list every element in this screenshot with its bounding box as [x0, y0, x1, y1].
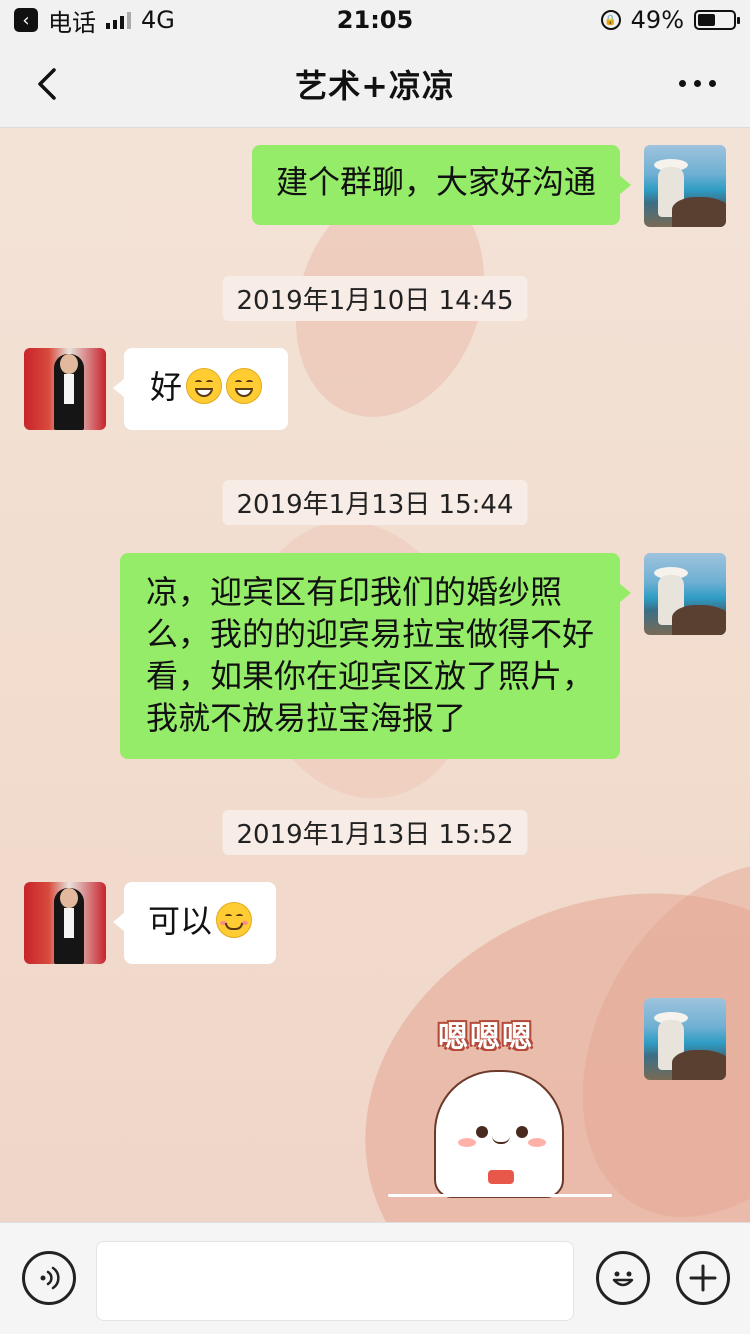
emoji-icon[interactable] — [596, 1251, 650, 1305]
message-timestamp: 2019年1月13日 15:52 — [222, 810, 528, 855]
sticker-caption: 嗯嗯嗯 — [438, 1020, 534, 1055]
rotation-lock-icon: 🔒 — [600, 10, 621, 30]
network-label: 4G — [141, 6, 175, 34]
input-bar — [0, 1222, 750, 1334]
battery-icon — [694, 10, 740, 30]
more-dots-icon[interactable] — [679, 80, 716, 87]
message-bubble-received[interactable]: 可以 — [112, 882, 277, 964]
message-bubble-received[interactable]: 好 — [112, 348, 289, 430]
carrier-label: 电话 — [48, 8, 96, 37]
plus-icon[interactable] — [676, 1251, 730, 1305]
grin-emoji-icon — [226, 368, 263, 404]
chat-header: 艺术+凉凉 — [0, 40, 750, 128]
my-avatar[interactable] — [644, 145, 726, 227]
message-bubble-sent[interactable]: 凉，迎宾区有印我们的婚纱照么，我的的迎宾易拉宝做得不好看，如果你在迎宾区放了照片… — [120, 553, 631, 759]
my-avatar[interactable] — [644, 998, 726, 1080]
smile-emoji-icon — [216, 902, 253, 938]
message-text: 好 — [150, 368, 183, 406]
voice-icon[interactable] — [22, 1251, 76, 1305]
my-avatar[interactable] — [644, 553, 726, 635]
message-text: 建个群聊，大家好沟通 — [275, 163, 596, 201]
message-timestamp: 2019年1月13日 15:44 — [222, 480, 528, 525]
status-bar: ‹ 电话 4G 21:05 🔒 49% — [0, 0, 750, 40]
contact-avatar[interactable] — [24, 348, 106, 430]
message-timestamp: 2019年1月10日 14:45 — [222, 276, 528, 321]
message-text: 凉，迎宾区有印我们的婚纱照么，我的的迎宾易拉宝做得不好看，如果你在迎宾区放了照片… — [146, 573, 595, 737]
chat-title: 艺术+凉凉 — [295, 66, 455, 105]
message-bubble-sent[interactable]: 建个群聊，大家好沟通 — [251, 145, 632, 225]
sticker-message[interactable]: 嗯嗯嗯 — [386, 1010, 616, 1202]
contact-avatar[interactable] — [24, 882, 106, 964]
signal-icon — [106, 11, 131, 29]
sticker-character — [434, 1070, 564, 1198]
battery-percent: 49% — [630, 6, 684, 34]
message-text: 可以 — [148, 902, 213, 940]
message-input[interactable] — [96, 1241, 574, 1321]
grin-emoji-icon — [186, 368, 223, 404]
chevron-left-icon[interactable] — [28, 64, 68, 104]
back-to-app-icon[interactable]: ‹ — [14, 8, 38, 32]
